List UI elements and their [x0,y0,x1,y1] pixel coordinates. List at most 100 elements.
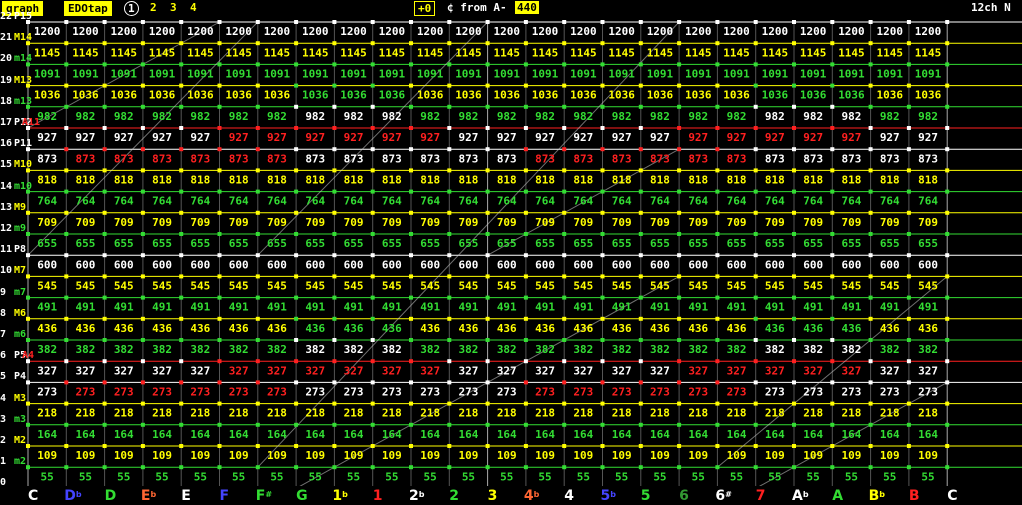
grid-node[interactable] [868,295,873,300]
grid-node[interactable] [255,168,260,173]
grid-node[interactable] [64,232,69,236]
grid-node[interactable] [255,295,260,300]
interval-cents-cell[interactable]: 709 [918,216,938,229]
grid-node[interactable] [255,210,260,215]
interval-cents-cell[interactable]: 982 [344,110,364,123]
interval-cents-cell[interactable]: 327 [497,364,517,377]
grid-node[interactable] [906,422,911,427]
note-name-label[interactable]: E [181,488,191,504]
interval-cents-cell[interactable]: 1036 [225,89,252,102]
grid-node[interactable] [485,253,490,258]
interval-cents-cell[interactable]: 273 [842,386,862,399]
grid-node[interactable] [447,62,452,67]
grid-node[interactable] [370,444,375,448]
note-name-label[interactable]: 5b [601,488,616,504]
interval-cents-cell[interactable]: 218 [114,407,134,420]
grid-node[interactable] [140,232,145,236]
interval-cents-cell[interactable]: 545 [37,280,57,293]
interval-cents-cell[interactable]: 1200 [455,25,482,38]
grid-node[interactable] [140,359,145,364]
grid-node[interactable] [753,316,758,321]
grid-node[interactable] [792,295,796,300]
interval-cents-cell[interactable]: 655 [842,237,862,250]
grid-node[interactable] [409,41,413,46]
grid-node[interactable] [830,41,835,46]
grid-node[interactable] [638,253,643,258]
grid-node[interactable] [868,210,873,215]
grid-node[interactable] [753,401,758,406]
grid-node[interactable] [830,168,835,173]
grid-node[interactable] [370,401,375,406]
grid-node[interactable] [562,83,567,88]
interval-cents-cell[interactable]: 709 [267,216,287,229]
grid-node[interactable] [332,147,337,152]
interval-cents-cell[interactable]: 382 [229,343,249,356]
interval-cents-cell[interactable]: 218 [229,407,249,420]
interval-cents-cell[interactable]: 55 [194,470,207,483]
interval-cents-cell[interactable]: 55 [692,470,705,483]
grid-node[interactable] [753,83,758,88]
grid-node[interactable] [792,41,796,46]
interval-cents-cell[interactable]: 327 [305,364,325,377]
interval-cents-cell[interactable]: 600 [650,258,670,271]
interval-cents-cell[interactable]: 709 [573,216,593,229]
interval-cents-cell[interactable]: 218 [573,407,593,420]
grid-node[interactable] [332,20,337,24]
grid-node[interactable] [868,189,873,194]
grid-node[interactable] [447,232,452,236]
interval-cents-cell[interactable]: 273 [880,386,900,399]
interval-cents-cell[interactable]: 709 [37,216,57,229]
grid-node[interactable] [792,401,796,406]
interval-cents-cell[interactable]: 764 [76,195,96,208]
grid-node[interactable] [370,168,375,173]
grid-node[interactable] [485,422,490,427]
grid-node[interactable] [447,295,452,300]
interval-cents-cell[interactable]: 1091 [915,68,942,81]
interval-cents-cell[interactable]: 491 [765,301,785,314]
interval-cents-cell[interactable]: 327 [37,364,57,377]
grid-node[interactable] [945,210,950,215]
interval-cents-cell[interactable]: 1145 [570,46,597,59]
interval-cents-cell[interactable]: 1145 [72,46,99,59]
grid-node[interactable] [485,210,490,215]
interval-cents-cell[interactable]: 436 [459,322,479,335]
grid-node[interactable] [217,359,222,364]
grid-node[interactable] [906,253,911,258]
interval-cents-cell[interactable]: 164 [918,428,938,441]
interval-cents-cell[interactable]: 982 [76,110,96,123]
grid-node[interactable] [638,210,643,215]
interval-cents-cell[interactable]: 818 [803,174,823,187]
interval-cents-cell[interactable]: 436 [37,322,57,335]
grid-node[interactable] [945,147,950,152]
interval-cents-cell[interactable]: 982 [114,110,134,123]
grid-node[interactable] [792,126,796,130]
interval-cents-cell[interactable]: 709 [114,216,134,229]
interval-cents-cell[interactable]: 1036 [685,89,712,102]
grid-node[interactable] [945,444,950,448]
interval-cents-cell[interactable]: 545 [267,280,287,293]
interval-cents-cell[interactable]: 1145 [111,46,138,59]
grid-node[interactable] [715,401,720,406]
grid-node[interactable] [945,104,950,109]
grid-node[interactable] [485,338,490,342]
interval-cents-cell[interactable]: 600 [765,258,785,271]
grid-node[interactable] [102,126,107,130]
interval-cents-cell[interactable]: 436 [76,322,96,335]
interval-cents-cell[interactable]: 55 [653,470,666,483]
note-name-label[interactable]: 5 [641,488,651,504]
grid-node[interactable] [447,274,452,279]
interval-cents-cell[interactable]: 709 [535,216,555,229]
grid-node[interactable] [140,210,145,215]
interval-cents-cell[interactable]: 818 [612,174,632,187]
grid-node[interactable] [753,210,758,215]
grid-node[interactable] [523,444,528,448]
interval-cents-cell[interactable]: 273 [267,386,287,399]
interval-cents-cell[interactable]: 491 [305,301,325,314]
grid-node[interactable] [26,422,30,427]
grid-node[interactable] [868,41,873,46]
interval-cents-cell[interactable]: 709 [612,216,632,229]
interval-cents-cell[interactable]: 1091 [723,68,750,81]
interval-cents-cell[interactable]: 1091 [340,68,367,81]
interval-cents-cell[interactable]: 545 [765,280,785,293]
grid-node[interactable] [140,104,145,109]
